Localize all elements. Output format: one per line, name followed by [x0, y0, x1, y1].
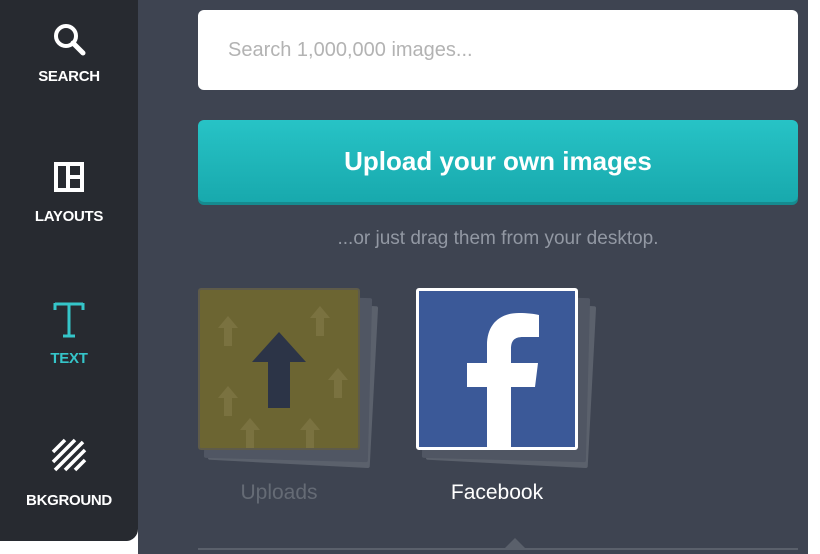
sidebar-item-label: SEARCH — [38, 68, 100, 85]
uploads-label: Uploads — [240, 481, 318, 504]
scrollbar[interactable] — [808, 0, 820, 554]
upload-arrow-icon — [218, 306, 348, 448]
sidebar-item-label: LAYOUTS — [34, 208, 104, 225]
sidebar-item-text[interactable]: TEXT — [0, 282, 138, 392]
sidebar-item-search[interactable]: SEARCH — [0, 0, 138, 110]
facebook-thumbnail — [416, 288, 578, 450]
search-input[interactable] — [198, 10, 798, 90]
images-panel: Upload your own images ...or just drag t… — [138, 0, 820, 554]
uploads-thumbnail — [198, 288, 360, 450]
sidebar-item-label: TEXT — [50, 350, 88, 367]
sidebar-item-background[interactable]: BKGROUND — [0, 418, 138, 528]
search-icon — [0, 22, 138, 56]
upload-images-button[interactable]: Upload your own images — [198, 120, 798, 202]
sidebar-item-label: BKGROUND — [26, 492, 112, 509]
layouts-icon — [0, 162, 138, 192]
facebook-label: Facebook — [450, 481, 544, 504]
background-icon — [0, 438, 138, 474]
sidebar: SEARCH LAYOUTS TEXT BKGROUND — [0, 0, 138, 541]
facebook-tile[interactable]: Facebook — [416, 288, 616, 510]
caret-up-icon — [505, 538, 525, 548]
divider — [198, 548, 798, 550]
text-icon — [0, 300, 138, 340]
sidebar-item-layouts[interactable]: LAYOUTS — [0, 140, 138, 250]
drag-hint-text: ...or just drag them from your desktop. — [337, 228, 659, 249]
uploads-tile[interactable]: Uploads — [198, 288, 398, 510]
facebook-icon — [467, 313, 539, 447]
